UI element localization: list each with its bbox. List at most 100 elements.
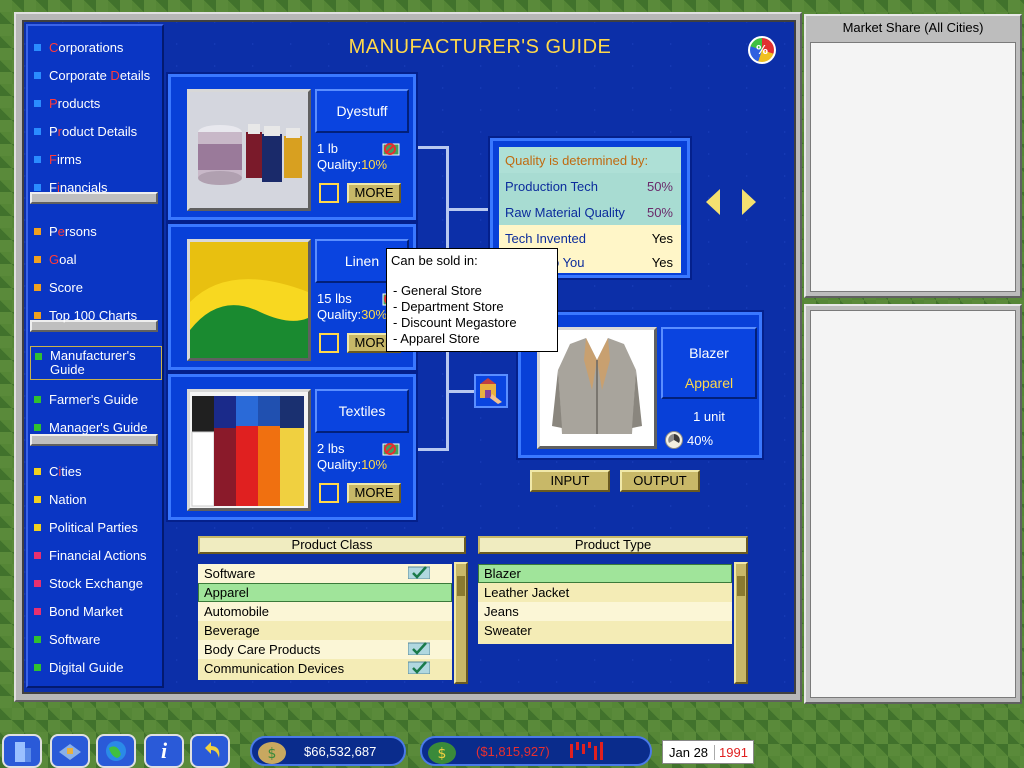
list-item[interactable]: Automobile [198,602,452,621]
input-quality: Quality:10% [317,457,388,472]
cash-display: $ $66,532,687 [250,736,406,766]
produced-check-icon [407,641,431,658]
sidebar-item-label: Financials [49,179,108,195]
sidebar-item-label: Persons [49,223,97,239]
sidebar-item-top-100-charts[interactable]: Top 100 Charts [34,304,162,326]
bullet-icon [34,423,41,431]
sidebar-item-bond-market[interactable]: Bond Market [34,600,162,622]
connector-line [416,146,448,149]
sidebar-item-label: Financial Actions [49,547,147,563]
date-year: 1991 [719,744,748,760]
sidebar-item-nation[interactable]: Nation [34,488,162,510]
input-card-textiles: Textiles 2 lbs Quality:10% MORE [166,372,418,522]
sidebar-item-label: Manager's Guide [49,419,148,435]
output-name: Blazer [689,345,729,361]
sidebar-items: Corporations Corporate Details Products Pro… [26,24,164,688]
list-item[interactable]: Sweater [478,621,732,640]
sidebar-item-manufacturer-s-guide[interactable]: Manufacturer's Guide [30,346,162,380]
back-icon[interactable] [190,734,230,768]
input-checkbox[interactable] [319,333,339,353]
list-item[interactable]: Beverage [198,621,452,640]
bullet-icon [35,353,42,360]
bullet-icon [34,607,41,615]
globe-icon[interactable] [96,734,136,768]
sidebar-item-firms[interactable]: Firms [34,148,162,170]
sidebar-item-corporate-details[interactable]: Corporate Details [34,64,162,86]
list-item[interactable]: Communication Devices [198,659,452,678]
bullet-icon [34,311,41,319]
list-item[interactable]: Body Care Products [198,640,452,659]
input-checkbox[interactable] [319,483,339,503]
sidebar-item-label: Digital Guide [49,659,124,675]
tooltip-item: - Discount Megastore [393,315,517,330]
textiles-photo [187,389,311,511]
product-type-scrollbar[interactable] [734,562,748,684]
more-button[interactable]: MORE [347,183,401,203]
input-quantity: 2 lbs [317,441,345,456]
bullet-icon [34,127,41,135]
input-name-button[interactable]: Textiles [315,389,409,433]
svg-text:$: $ [268,746,277,762]
sidebar-item-products[interactable]: Products [34,92,162,114]
input-button[interactable]: INPUT [530,470,610,492]
info-panel [804,304,1022,704]
list-item[interactable]: Leather Jacket [478,583,732,602]
bullet-icon [34,635,41,643]
bullet-icon [34,467,41,475]
sidebar-item-financials[interactable]: Financials [34,176,162,198]
sidebar-item-label: Corporate Details [49,67,151,83]
build-firm-icon[interactable] [474,374,508,408]
more-button[interactable]: MORE [347,483,401,503]
svg-text:$: $ [438,746,447,762]
product-class-scrollbar[interactable] [454,562,468,684]
sidebar-item-product-details[interactable]: Product Details [34,120,162,142]
bullet-icon [34,155,41,163]
arrow-right-icon[interactable] [742,189,756,215]
sidebar-item-manager-s-guide[interactable]: Manager's Guide [34,416,162,438]
sidebar-item-digital-guide[interactable]: Digital Guide [34,656,162,678]
sidebar-item-label: Cities [49,463,82,479]
tooltip-heading: Can be sold in: [391,253,478,268]
sidebar-item-stock-exchange[interactable]: Stock Exchange [34,572,162,594]
sidebar-item-cities[interactable]: Cities [34,460,162,482]
map-icon[interactable] [50,734,90,768]
arrow-left-icon[interactable] [706,189,720,215]
sidebar-item-financial-actions[interactable]: Financial Actions [34,544,162,566]
input-card-linen: Linen 15 lbs Quality:30% MORE [166,222,418,372]
bullet-icon [34,495,41,503]
corporation-icon[interactable] [2,734,42,768]
bullet-icon [34,283,41,291]
not-for-sale-icon [381,441,401,457]
output-class: Apparel [684,375,734,391]
sidebar-item-farmer-s-guide[interactable]: Farmer's Guide [34,388,162,410]
sidebar-item-corporations[interactable]: Corporations [34,36,162,58]
list-item[interactable]: Apparel [198,583,452,602]
list-item[interactable]: Jeans [478,602,732,621]
scroll-thumb[interactable] [737,576,745,596]
output-button[interactable]: OUTPUT [620,470,700,492]
sidebar-item-software[interactable]: Software [34,628,162,650]
sidebar-item-persons[interactable]: Persons [34,220,162,242]
sidebar-item-label: Bond Market [49,603,123,619]
list-item[interactable]: Software [198,564,452,583]
input-quality: Quality:30% [317,307,388,322]
market-share-title: Market Share (All Cities) [842,20,984,35]
input-name-button[interactable]: Dyestuff [315,89,409,133]
scroll-thumb[interactable] [457,576,465,596]
input-quality: Quality:10% [317,157,388,172]
sidebar-item-label: Corporations [49,39,124,55]
info-panel-content [810,310,1016,698]
bullet-icon [34,227,41,235]
sidebar-item-goal[interactable]: Goal [34,248,162,270]
output-name-button[interactable]: Blazer Apparel [661,327,757,399]
tooltip-item: - General Store [393,283,482,298]
list-item-label: Body Care Products [204,642,321,657]
sidebar-item-political-parties[interactable]: Political Parties [34,516,162,538]
input-checkbox[interactable] [319,183,339,203]
connector-line [448,208,492,211]
list-item[interactable]: Blazer [478,564,732,583]
info-icon[interactable]: i [144,734,184,768]
market-share-icon[interactable]: % [748,36,776,64]
sidebar-item-score[interactable]: Score [34,276,162,298]
sidebar-item-label: Manufacturer's Guide [50,348,136,377]
